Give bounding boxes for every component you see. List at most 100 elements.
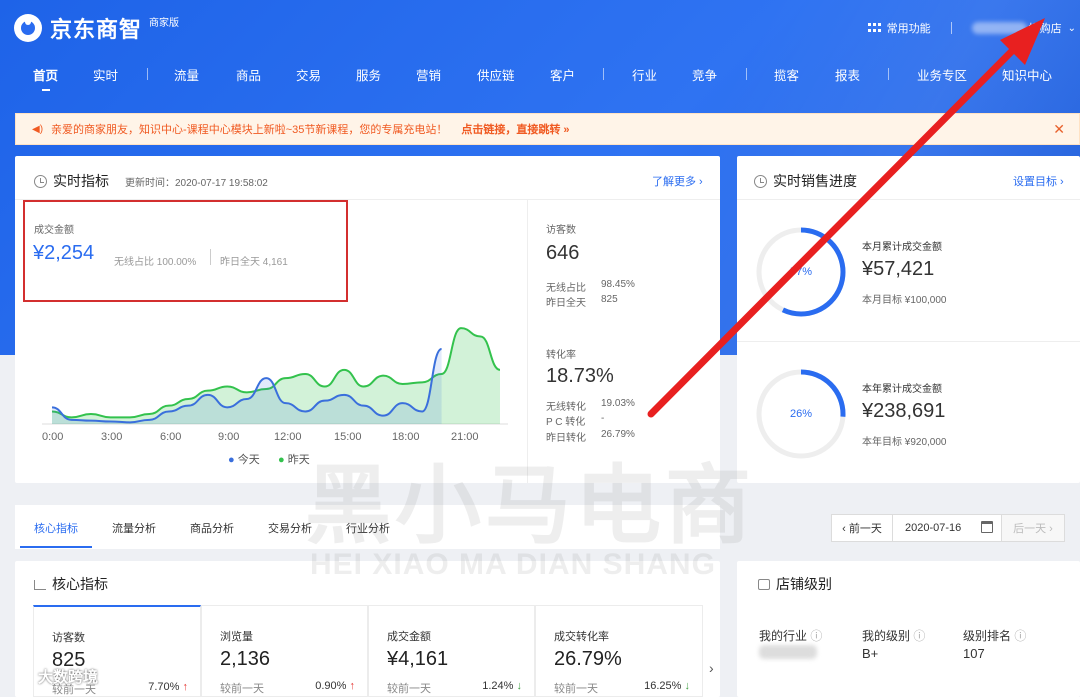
bar-chart-icon	[34, 580, 46, 590]
tab-industry[interactable]: 行业分析	[346, 520, 390, 536]
visitors-wireless-value: 98.45%	[601, 279, 635, 290]
conv-pc-value: -	[601, 413, 605, 424]
main-nav: 首页 实时 流量 商品 交易 服务 营销 供应链 客户 行业 竞争 揽客 报表 …	[0, 62, 1080, 91]
nav-acquire[interactable]: 揽客	[774, 65, 799, 84]
industry-label: 我的行业 ⓘ	[759, 629, 823, 643]
store-level-title: 店铺级别	[758, 574, 832, 594]
arrow-up-icon: ↑	[349, 680, 356, 692]
year-label: 本年累计成交金额	[862, 384, 942, 395]
highlight-box	[23, 200, 348, 302]
divider	[527, 200, 528, 483]
chevron-down-icon[interactable]: ⌄	[1068, 23, 1076, 34]
learn-more-link[interactable]: 了解更多 ›	[652, 173, 703, 189]
nav-trade[interactable]: 交易	[296, 65, 321, 84]
next-day-button[interactable]: 后一天 ›	[1001, 514, 1065, 542]
notice-text: 亲爱的商家朋友，知识中心-课程中心模块上新啦~35节新课程，您的专属充电站！	[51, 124, 448, 136]
top-tools: 常用功能 拼购店 ⌄	[867, 20, 1080, 36]
date-field[interactable]: 2020-07-16	[892, 514, 1002, 542]
x-tick: 12:00	[274, 431, 302, 443]
target-icon	[754, 175, 767, 188]
realtime-chart	[42, 327, 508, 425]
year-pct: 26%	[790, 408, 813, 420]
help-icon: ⓘ	[810, 629, 823, 643]
kpi-value: ¥4,161	[387, 648, 449, 670]
nav-competition[interactable]: 竞争	[692, 65, 717, 84]
x-tick: 0:00	[42, 431, 64, 443]
close-icon[interactable]: ✕	[1053, 121, 1065, 138]
core-metrics-title: 核心指标	[34, 574, 108, 594]
kpi-gmv[interactable]: 成交金额 ¥4,161 较前一天 1.24% ↓	[368, 605, 535, 697]
nav-service[interactable]: 服务	[356, 65, 381, 84]
nav-product[interactable]: 商品	[236, 65, 261, 84]
kpi-value: 2,136	[220, 648, 271, 670]
store-icon	[758, 579, 770, 590]
tab-core[interactable]: 核心指标	[20, 520, 92, 548]
set-target-link[interactable]: 设置目标 ›	[1013, 173, 1064, 189]
arrow-down-icon: ↓	[516, 680, 523, 692]
nav-reports[interactable]: 报表	[835, 65, 860, 84]
legend-yesterday[interactable]: ● 昨天	[278, 451, 310, 467]
nav-customer[interactable]: 客户	[550, 65, 575, 84]
nav-marketing[interactable]: 营销	[416, 65, 441, 84]
prev-day-button[interactable]: ‹ 前一天	[831, 514, 893, 542]
kpi-compare: 较前一天	[220, 683, 264, 695]
tab-product[interactable]: 商品分析	[190, 520, 234, 536]
nav-divider	[147, 68, 148, 80]
level-label: 我的级别 ⓘ	[862, 629, 926, 643]
kpi-pageviews[interactable]: 浏览量 2,136 较前一天 0.90% ↑	[201, 605, 368, 697]
kpi-label: 浏览量	[220, 631, 253, 643]
kpi-conversion[interactable]: 成交转化率 26.79% 较前一天 16.25% ↓	[535, 605, 703, 697]
conversion-label: 转化率	[546, 350, 576, 361]
visitors-yesterday-value: 825	[601, 294, 618, 305]
nav-realtime[interactable]: 实时	[93, 65, 118, 84]
nav-divider	[746, 68, 747, 80]
common-functions-button[interactable]: 常用功能	[887, 20, 931, 36]
logo[interactable]: 京东商智	[14, 12, 142, 44]
divider	[950, 22, 952, 34]
divider	[737, 199, 1080, 200]
notice-bar: ◀) 亲爱的商家朋友，知识中心-课程中心模块上新啦~35节新课程，您的专属充电站…	[15, 113, 1080, 145]
nav-industry[interactable]: 行业	[632, 65, 657, 84]
x-tick: 15:00	[334, 431, 362, 443]
conv-yesterday-label: 昨日转化	[546, 433, 586, 444]
year-target: 本年目标 ¥920,000	[862, 437, 947, 448]
rank-label: 级别排名 ⓘ	[963, 629, 1027, 643]
chevron-right-icon[interactable]: ›	[709, 660, 714, 676]
nav-knowledge[interactable]: 知识中心	[1002, 65, 1052, 84]
tab-trade[interactable]: 交易分析	[268, 520, 312, 536]
realtime-title: 实时指标	[34, 171, 109, 191]
calendar-icon[interactable]	[981, 521, 993, 533]
x-tick: 3:00	[101, 431, 123, 443]
month-label: 本月累计成交金额	[862, 242, 942, 253]
grid-icon	[867, 22, 881, 34]
visitors-wireless-label: 无线占比	[546, 283, 586, 294]
conv-pc-label: P C 转化	[546, 417, 586, 428]
divider	[737, 341, 1080, 342]
nav-business-zone[interactable]: 业务专区	[917, 65, 967, 84]
legend-today[interactable]: ● 今天	[228, 451, 260, 467]
kpi-change: 16.25% ↓	[644, 680, 690, 692]
level-value: B+	[862, 646, 879, 661]
analysis-tabs: 核心指标 流量分析 商品分析 交易分析 行业分析	[15, 505, 720, 549]
nav-home[interactable]: 首页	[33, 65, 58, 91]
month-target: 本月目标 ¥100,000	[862, 295, 947, 306]
kpi-label: 成交金额	[387, 631, 431, 643]
kpi-label: 成交转化率	[554, 631, 609, 643]
tab-traffic[interactable]: 流量分析	[112, 520, 156, 536]
month-value: ¥57,421	[862, 258, 935, 280]
kpi-change: 1.24% ↓	[482, 680, 522, 692]
nav-supply-chain[interactable]: 供应链	[477, 65, 515, 84]
x-tick: 18:00	[392, 431, 420, 443]
notice-link[interactable]: 点击链接，直接跳转 »	[461, 121, 569, 137]
watermark-corner: 大数跨境	[38, 669, 99, 686]
visitors-value: 646	[546, 242, 580, 264]
nav-divider	[888, 68, 889, 80]
logo-text: 京东商智	[50, 17, 143, 42]
kpi-compare: 较前一天	[554, 683, 598, 695]
conv-wireless-value: 19.03%	[601, 398, 635, 409]
visitors-label: 访客数	[546, 225, 576, 236]
rank-value: 107	[963, 646, 985, 661]
kpi-label: 访客数	[52, 632, 85, 644]
store-name[interactable]: 拼购店	[1029, 20, 1062, 36]
nav-traffic[interactable]: 流量	[174, 65, 199, 84]
